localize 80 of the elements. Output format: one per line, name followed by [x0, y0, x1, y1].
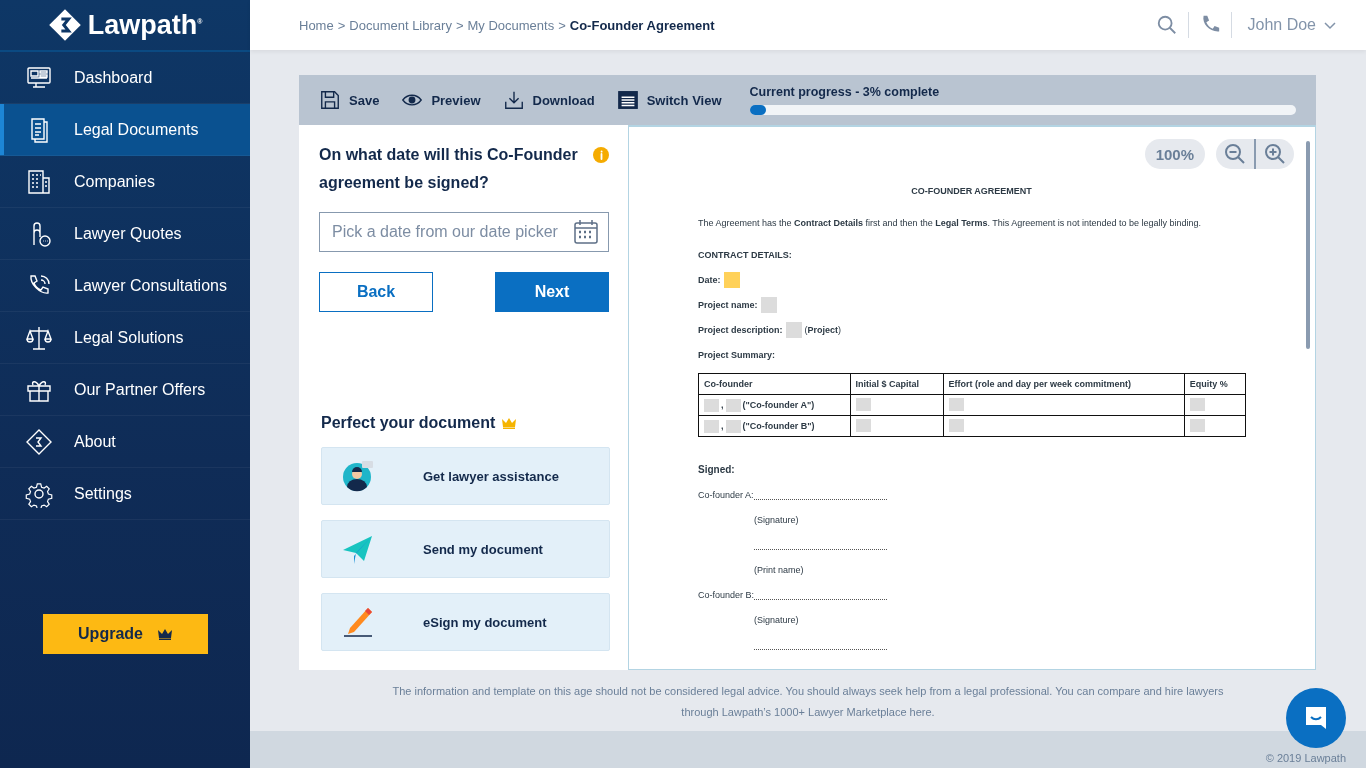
chevron-down-icon	[1324, 19, 1336, 31]
progress-label: Current progress - 3% complete	[749, 85, 941, 99]
breadcrumb-link[interactable]: My Documents	[467, 17, 555, 33]
action-card[interactable]: Get lawyer assistance	[321, 447, 610, 505]
field-label: Project Summary:	[698, 349, 776, 360]
building-icon	[25, 167, 53, 196]
signature-caption: (Print name)	[754, 565, 804, 575]
signature-caption: (Signature)	[754, 615, 799, 625]
blank-field[interactable]	[785, 321, 802, 338]
info-icon[interactable]	[593, 147, 609, 163]
blank-field[interactable]	[948, 418, 964, 432]
scrollbar[interactable]	[1306, 141, 1310, 349]
breadcrumb-link[interactable]: Co-Founder Agreement	[569, 17, 715, 33]
breadcrumb-separator: >	[558, 17, 566, 33]
blank-field[interactable]	[855, 418, 871, 432]
crown-icon	[156, 628, 173, 640]
crown-icon	[501, 417, 518, 429]
search-icon[interactable]	[1155, 14, 1178, 36]
blank-field[interactable]	[704, 398, 719, 412]
signature-label: Co-founder B:	[698, 590, 754, 600]
field-suffix: (Project)	[804, 324, 842, 335]
zoom-in-icon	[1264, 143, 1286, 165]
section-title: Perfect your document	[321, 414, 496, 432]
toolbar-button[interactable]: Preview	[401, 89, 481, 111]
document-title: CO-FOUNDER AGREEMENT	[910, 186, 1033, 196]
signed-heading: Signed:	[698, 464, 736, 475]
chat-button[interactable]	[1286, 688, 1346, 748]
save-icon	[319, 89, 341, 111]
pen-icon	[342, 606, 374, 638]
upgrade-button[interactable]: Upgrade	[43, 614, 208, 654]
avatar-icon	[342, 460, 374, 492]
diamond-logo-icon	[25, 427, 53, 456]
field-label: Project name:	[698, 299, 758, 310]
action-card[interactable]: eSign my document	[321, 593, 610, 651]
blank-field[interactable]	[725, 419, 741, 433]
blank-field[interactable]	[1189, 418, 1205, 432]
blank-field[interactable]	[725, 398, 741, 412]
breadcrumb-separator: >	[337, 17, 346, 33]
download-icon	[502, 89, 525, 111]
blank-field[interactable]	[855, 397, 871, 411]
separator-text: ,	[721, 400, 724, 410]
signature-label: Co-founder A:	[698, 490, 754, 500]
question-text: On what date will this Co-Founder agreement be signed?	[319, 145, 579, 193]
table-cell: ("Co-founder A")	[742, 400, 815, 410]
blank-field[interactable]	[704, 419, 719, 433]
toolbar-button[interactable]: Save	[319, 89, 380, 111]
blank-field[interactable]	[760, 296, 777, 313]
action-card[interactable]: Send my document	[321, 520, 610, 578]
table-header: Effort (role and day per week commitment)	[943, 373, 1185, 395]
logo-icon	[47, 8, 82, 42]
document-paragraph: The Agreement has the Contract Details first and then the Legal Terms. This Agreement is not intended to be legally binding.	[698, 218, 1202, 229]
calendar-icon[interactable]	[573, 219, 599, 245]
section-heading: CONTRACT DETAILS:	[698, 249, 792, 260]
blank-field[interactable]	[948, 397, 964, 411]
next-button[interactable]: Next	[495, 272, 609, 312]
table-cell: ("Co-founder B")	[742, 421, 815, 431]
back-button[interactable]: Back	[319, 272, 433, 312]
separator-text: ,	[721, 421, 724, 431]
blank-field[interactable]	[723, 271, 740, 288]
layout-icon	[616, 89, 639, 111]
breadcrumb-link[interactable]: Home	[299, 17, 334, 33]
copyright-text: © 2019 Lawpath	[1265, 752, 1346, 764]
zoom-out-icon	[1224, 143, 1246, 165]
field-label: Date:	[698, 274, 721, 285]
disclaimer-text: The information and template on this age should not be considered legal advice. You should always seek help from a legal professional. You can compare and hire lawyers through Lawpath’s 1000+ Lawyer Marketplace here.	[391, 684, 1225, 720]
logo-text: Lawpath$^{®}$	[87, 9, 203, 41]
blank-field[interactable]	[1189, 397, 1205, 411]
sidebar-item[interactable]: Companies	[0, 156, 250, 208]
breadcrumb-separator: >	[455, 17, 464, 33]
table-header: Co-founder	[698, 373, 851, 395]
toolbar-button[interactable]: Switch View	[616, 89, 722, 111]
table-header: Equity %	[1184, 373, 1246, 395]
field-label: Project description:	[698, 324, 783, 335]
date-field[interactable]: Pick a date from our date picker	[319, 212, 609, 252]
toolbar-button[interactable]: Download	[502, 89, 595, 111]
sidebar-item[interactable]: Legal Documents	[0, 104, 250, 156]
table-header: Initial $ Capital	[850, 373, 943, 395]
sidebar-item[interactable]: Our Partner Offers	[0, 364, 250, 416]
breadcrumb-link[interactable]: Document Library	[349, 17, 452, 33]
signature-caption: (Signature)	[754, 515, 799, 525]
